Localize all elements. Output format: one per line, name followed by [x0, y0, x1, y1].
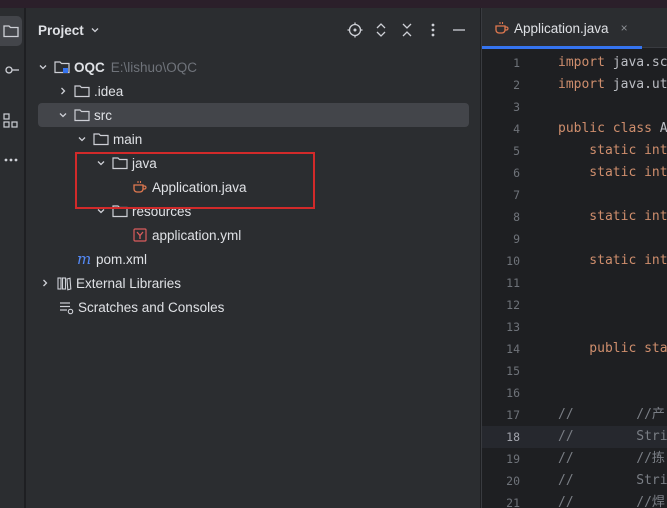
close-icon[interactable]: ×	[621, 21, 628, 35]
project-path: E:\lishuo\OQC	[110, 59, 198, 75]
tree-item-src[interactable]: src	[26, 103, 480, 127]
commit-icon	[5, 66, 19, 74]
more-vertical-icon[interactable]	[424, 20, 442, 40]
line-number: 16	[506, 386, 520, 400]
code-line[interactable]: public sta	[558, 338, 667, 360]
line-number: 17	[506, 408, 520, 422]
tree-item-label: External Libraries	[76, 275, 182, 291]
tree-item-label: OQC	[74, 59, 105, 75]
line-number: 20	[506, 474, 520, 488]
tool-window-strip	[0, 8, 25, 508]
folder-icon	[3, 25, 19, 38]
library-icon	[56, 275, 72, 291]
line-number: 7	[513, 188, 520, 202]
tree-item-oqc[interactable]: OQC E:\lishuo\OQC	[26, 55, 480, 79]
svg-text:m: m	[77, 251, 91, 267]
editor-tab-label: Application.java	[514, 20, 609, 36]
java-class-icon	[494, 20, 510, 36]
code-line[interactable]: // Stri	[558, 426, 667, 448]
project-panel-actions	[346, 20, 468, 40]
chevron-down-icon[interactable]	[36, 60, 50, 74]
line-number: 4	[513, 122, 520, 136]
code-line[interactable]: // //焊	[558, 492, 665, 508]
project-panel-title[interactable]: Project	[38, 23, 84, 38]
line-number: 15	[506, 364, 520, 378]
line-number: 18	[506, 430, 520, 444]
project-panel: Project OQC E:\lishuo\OQC .idea src main…	[26, 8, 480, 508]
chevron-down-icon[interactable]	[56, 108, 70, 122]
tree-item-idea[interactable]: .idea	[26, 79, 480, 103]
tree-item-main[interactable]: main	[26, 127, 480, 151]
line-number: 6	[513, 166, 520, 180]
structure-tool-button[interactable]	[0, 106, 22, 136]
code-line[interactable]: static int	[558, 162, 667, 184]
line-number: 14	[506, 342, 520, 356]
code-line[interactable]: // //产	[558, 404, 665, 426]
yaml-file-icon	[132, 227, 148, 243]
folder-icon	[74, 83, 90, 99]
line-number: 12	[506, 298, 520, 312]
commit-tool-button[interactable]	[0, 55, 22, 85]
line-number: 19	[506, 452, 520, 466]
line-number: 11	[506, 276, 520, 290]
chevron-right-icon[interactable]	[38, 276, 52, 290]
more-tools-button[interactable]	[0, 145, 22, 175]
code-line[interactable]: import java.sc	[558, 52, 667, 74]
locate-icon[interactable]	[346, 20, 364, 40]
line-number: 13	[506, 320, 520, 334]
tree-item-label: pom.xml	[96, 251, 148, 267]
folder-icon	[93, 131, 109, 147]
annotation-highlight-box	[75, 152, 315, 209]
chevron-down-icon[interactable]	[75, 132, 89, 146]
structure-icon	[3, 113, 18, 128]
line-number: 21	[506, 496, 520, 508]
tree-item-label: main	[113, 131, 143, 147]
more-horizontal-icon	[4, 158, 18, 162]
line-number: 5	[513, 144, 520, 158]
module-folder-icon	[54, 59, 70, 75]
tree-item-label: src	[94, 107, 112, 123]
tree-item-label: application.yml	[152, 227, 242, 243]
editor-tab-bar: Application.java ×	[482, 8, 667, 49]
collapse-all-icon[interactable]	[398, 20, 416, 40]
tree-item-pom-xml[interactable]: m pom.xml	[26, 247, 480, 271]
expand-collapse-icon[interactable]	[372, 20, 390, 40]
code-line[interactable]: // Stri	[558, 470, 667, 492]
chevron-down-icon[interactable]	[90, 25, 100, 35]
maven-icon: m	[76, 251, 92, 267]
window-top-strip	[0, 0, 667, 8]
code-editor: Application.java × 1 import java.sc 2 impor…	[481, 8, 667, 508]
code-line[interactable]: static int	[558, 206, 667, 228]
tree-item-label: Scratches and Consoles	[78, 299, 225, 315]
code-line[interactable]: import java.ut	[558, 74, 667, 96]
line-number: 2	[513, 78, 520, 92]
code-area[interactable]: 1 import java.sc 2 import java.ut 3 4 public c…	[482, 49, 667, 508]
minimize-icon[interactable]	[450, 20, 468, 40]
code-line[interactable]: // //拣	[558, 448, 665, 470]
editor-tab-application-java[interactable]: Application.java ×	[482, 8, 642, 49]
tree-item-application-yml[interactable]: application.yml	[26, 223, 480, 247]
line-number: 1	[513, 56, 520, 70]
line-number: 3	[513, 100, 520, 114]
scratches-icon	[58, 299, 74, 315]
code-line[interactable]: static int	[558, 250, 667, 272]
line-number: 9	[513, 232, 520, 246]
folder-icon	[74, 107, 90, 123]
project-panel-header: Project	[26, 8, 480, 52]
line-number: 10	[506, 254, 520, 268]
project-tool-button[interactable]	[0, 16, 22, 46]
code-line[interactable]: static int	[558, 140, 667, 162]
line-number: 8	[513, 210, 520, 224]
chevron-right-icon[interactable]	[56, 84, 70, 98]
tree-item-external-libraries[interactable]: External Libraries	[26, 271, 480, 295]
tree-item-label: .idea	[94, 83, 124, 99]
tree-item-scratches[interactable]: Scratches and Consoles	[26, 295, 480, 319]
code-line[interactable]: public class A	[558, 118, 667, 140]
